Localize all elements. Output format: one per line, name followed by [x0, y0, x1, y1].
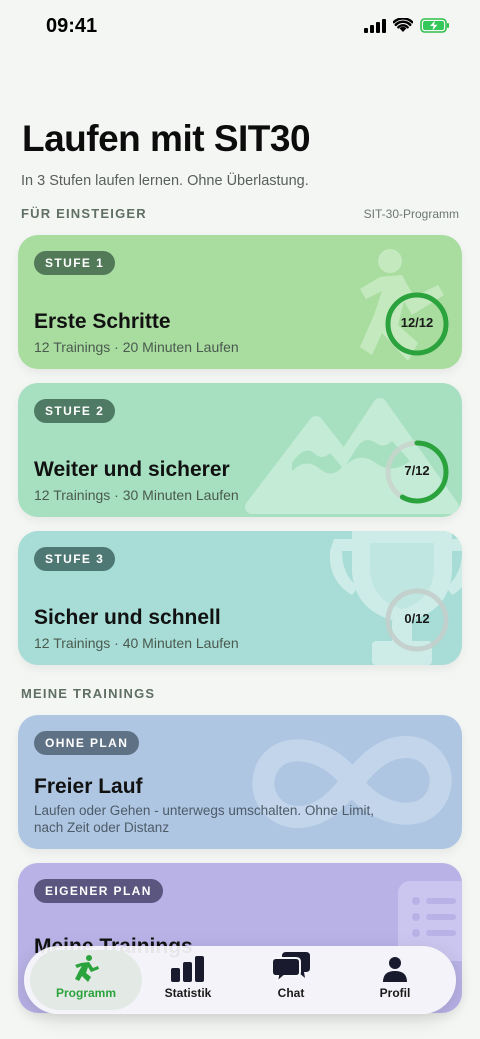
- chat-bubbles-icon: [272, 952, 310, 982]
- tab-profil[interactable]: Profil: [339, 950, 451, 1010]
- level-progress-ring: 0/12: [384, 587, 450, 653]
- level-badge: STUFE 3: [34, 547, 116, 571]
- level-card-3[interactable]: STUFE 3 Sicher und schnell 12 Trainings …: [18, 531, 462, 665]
- status-icons: [364, 18, 450, 33]
- tab-statistik[interactable]: Statistik: [132, 950, 244, 1010]
- level-progress-ring: 7/12: [384, 439, 450, 505]
- level-meta: 12 Trainings · 40 Minuten Laufen: [34, 635, 239, 651]
- page-title: Laufen mit SIT30: [22, 118, 311, 159]
- status-time: 09:41: [46, 15, 98, 37]
- level-title: Erste Schritte: [34, 310, 171, 333]
- tab-label: Statistik: [164, 986, 212, 1000]
- tab-chat[interactable]: Chat: [235, 950, 347, 1010]
- section-label-beginner: FÜR EINSTEIGER: [21, 206, 147, 221]
- tab-programm[interactable]: Programm: [30, 950, 142, 1010]
- level-progress-label: 0/12: [404, 611, 430, 626]
- level-meta: 12 Trainings · 30 Minuten Laufen: [34, 487, 239, 503]
- tab-label: Profil: [379, 986, 411, 1000]
- battery-charging-icon: [420, 18, 449, 33]
- free-run-card[interactable]: OHNE PLAN Freier Lauf Laufen oder Gehen …: [18, 715, 462, 849]
- level-title: Sicher und schnell: [34, 606, 221, 629]
- training-badge: OHNE PLAN: [34, 731, 140, 755]
- level-badge: STUFE 2: [34, 399, 116, 423]
- training-title: Freier Lauf: [34, 775, 143, 798]
- training-badge: EIGENER PLAN: [34, 879, 163, 903]
- level-progress-label: 7/12: [404, 463, 430, 478]
- training-description: Laufen oder Gehen - unterwegs umschalten…: [34, 803, 374, 835]
- level-title: Weiter und sicherer: [34, 458, 230, 481]
- level-card-2[interactable]: STUFE 2 Weiter und sicherer 12 Trainings…: [18, 383, 462, 517]
- tab-label: Chat: [277, 986, 305, 1000]
- person-icon: [383, 957, 407, 982]
- level-card-1[interactable]: STUFE 1 Erste Schritte 12 Trainings · 20…: [18, 235, 462, 369]
- program-label: SIT-30-Programm: [363, 207, 459, 221]
- level-progress-label: 12/12: [400, 315, 434, 330]
- status-bar: 09:41: [0, 0, 480, 54]
- tab-label: Programm: [55, 986, 117, 1000]
- level-meta: 12 Trainings · 20 Minuten Laufen: [34, 339, 239, 355]
- bar-chart-icon: [171, 956, 204, 982]
- wifi-icon: [393, 18, 413, 32]
- page-subtitle: In 3 Stufen laufen lernen. Ohne Überlast…: [21, 173, 309, 189]
- cellular-signal-icon: [364, 18, 386, 33]
- section-label-trainings: MEINE TRAININGS: [21, 686, 156, 701]
- running-icon: [75, 955, 99, 982]
- level-progress-ring: 12/12: [384, 291, 450, 357]
- tab-bar: Programm Statistik Chat Profil: [24, 946, 456, 1014]
- level-badge: STUFE 1: [34, 251, 116, 275]
